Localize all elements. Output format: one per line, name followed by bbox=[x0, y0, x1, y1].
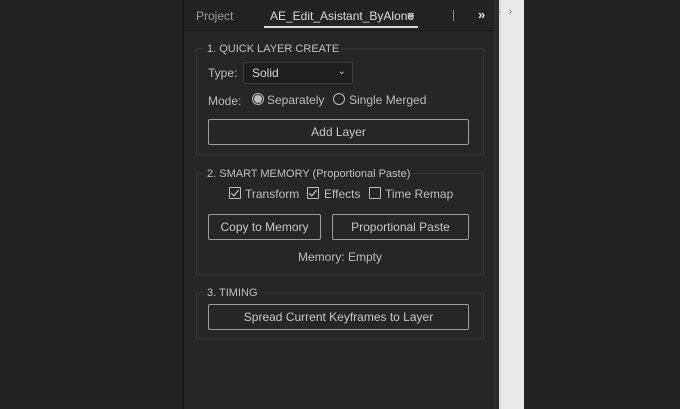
effects-label: Effects bbox=[324, 187, 361, 201]
smart-memory-section: 2. SMART MEMORY (Proportional Paste) Tra… bbox=[196, 168, 484, 276]
tab-separator bbox=[453, 10, 454, 21]
radio-separately-label: Separately bbox=[267, 93, 325, 107]
active-tab-underline bbox=[264, 26, 418, 28]
memory-status: Memory: Empty bbox=[297, 250, 382, 264]
timing-title: 3. TIMING bbox=[205, 287, 260, 299]
transform-label: Transform bbox=[245, 187, 300, 201]
proportional-paste-button[interactable]: Proportional Paste bbox=[332, 214, 469, 240]
type-select[interactable]: Solid ⌄ bbox=[243, 62, 353, 84]
type-label: Type: bbox=[208, 66, 238, 80]
quick-layer-title: 1. QUICK LAYER CREATE bbox=[205, 43, 342, 55]
transform-checkbox[interactable] bbox=[229, 187, 241, 199]
chevron-down-icon: ⌄ bbox=[337, 66, 346, 77]
quick-layer-section: 1. QUICK LAYER CREATE Type: Solid ⌄ Mode… bbox=[196, 43, 484, 156]
time-remap-label: Time Remap bbox=[385, 187, 454, 201]
radio-separately[interactable] bbox=[252, 93, 264, 105]
timing-section: 3. TIMING Spread Current Keyframes to La… bbox=[196, 287, 484, 340]
add-layer-button[interactable]: Add Layer bbox=[208, 119, 469, 145]
smart-memory-title: 2. SMART MEMORY (Proportional Paste) bbox=[205, 168, 413, 180]
double-chevron-right-icon[interactable]: » bbox=[478, 7, 485, 22]
left-empty-area bbox=[0, 0, 183, 409]
spread-keyframes-button[interactable]: Spread Current Keyframes to Layer bbox=[208, 304, 469, 330]
tab-ae-edit-assistant[interactable]: AE_Edit_Asistant_ByAlone bbox=[270, 9, 414, 23]
type-select-value: Solid bbox=[252, 66, 279, 80]
panel-tab-bar: Project AE_Edit_Asistant_ByAlone ≡ » bbox=[184, 0, 495, 31]
tab-project[interactable]: Project bbox=[196, 9, 233, 23]
copy-to-memory-button[interactable]: Copy to Memory bbox=[208, 214, 321, 240]
effects-checkbox[interactable] bbox=[307, 187, 319, 199]
right-empty-area bbox=[524, 0, 680, 409]
assistant-panel: Project AE_Edit_Asistant_ByAlone ≡ » 1. … bbox=[183, 0, 496, 409]
radio-single-merged-label: Single Merged bbox=[349, 93, 427, 107]
time-remap-checkbox[interactable] bbox=[369, 187, 381, 199]
radio-single-merged[interactable] bbox=[333, 93, 345, 105]
mode-label: Mode: bbox=[208, 94, 242, 108]
collapse-arrow-icon-2[interactable]: › bbox=[509, 6, 512, 16]
vertical-scrollbar[interactable] bbox=[501, 0, 524, 409]
hamburger-icon[interactable]: ≡ bbox=[407, 8, 415, 23]
collapse-arrow-icon[interactable]: › bbox=[497, 6, 500, 16]
